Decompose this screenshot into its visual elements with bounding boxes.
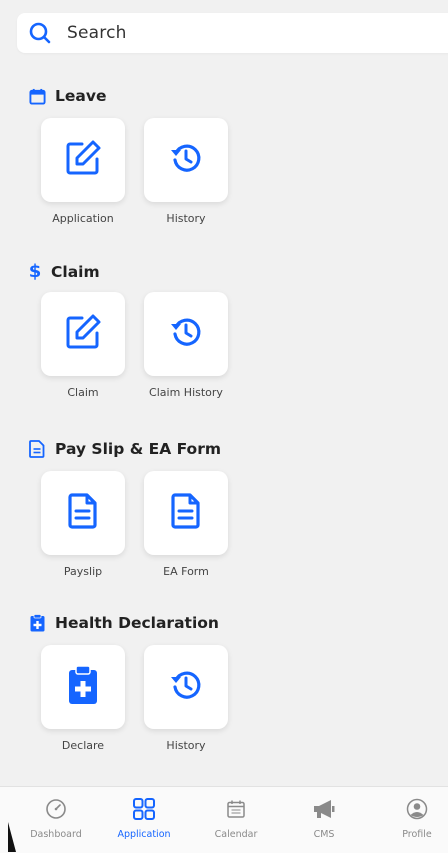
claim-button[interactable] <box>41 292 125 376</box>
gauge-icon <box>44 797 68 821</box>
health-history-item[interactable]: History <box>143 645 229 752</box>
payslip-item[interactable]: Payslip <box>40 471 126 578</box>
edit-icon <box>63 138 103 182</box>
tab-dashboard[interactable]: Dashboard <box>16 787 96 853</box>
tile-label: Payslip <box>63 565 103 578</box>
section-label: Claim <box>51 262 100 281</box>
leave-application-item[interactable]: Application <box>40 118 126 225</box>
tile-label: EA Form <box>163 565 209 578</box>
section-label: Leave <box>55 87 107 105</box>
tab-label: Dashboard <box>30 829 82 840</box>
tab-label: CMS <box>313 829 335 840</box>
tab-label: Application <box>117 829 171 840</box>
ea-form-button[interactable] <box>144 471 228 555</box>
section-label: Pay Slip & EA Form <box>55 440 222 458</box>
health-history-button[interactable] <box>144 645 228 729</box>
search-bar[interactable]: Search <box>17 13 448 53</box>
tile-label: History <box>166 212 206 225</box>
tab-label: Calendar <box>214 829 258 840</box>
document-icon <box>28 440 46 458</box>
tab-label: Profile <box>402 829 432 840</box>
search-input[interactable]: Search <box>67 23 127 43</box>
claim-history-item[interactable]: Claim History <box>143 292 229 399</box>
tile-label: History <box>166 739 206 752</box>
section-title-health: Health Declaration <box>28 614 219 632</box>
history-icon <box>169 141 203 179</box>
declare-item[interactable]: Declare <box>40 645 126 752</box>
calendar-icon <box>224 797 248 821</box>
calendar-icon <box>28 87 46 105</box>
tile-label: Application <box>52 212 114 225</box>
payslip-button[interactable] <box>41 471 125 555</box>
document-icon <box>171 493 201 533</box>
search-icon <box>27 20 53 46</box>
section-title-leave: Leave <box>28 87 106 105</box>
tab-calendar[interactable]: Calendar <box>196 787 276 853</box>
clipboard-medical-icon <box>28 614 46 632</box>
tile-label: Declare <box>61 739 105 752</box>
edit-icon <box>63 312 103 356</box>
section-title-payslip: Pay Slip & EA Form <box>28 440 221 458</box>
section-title-claim: $ Claim <box>28 261 100 282</box>
leave-history-button[interactable] <box>144 118 228 202</box>
megaphone-icon <box>312 797 336 821</box>
history-icon <box>169 668 203 706</box>
tile-label: Claim <box>67 386 99 399</box>
claim-item[interactable]: Claim <box>40 292 126 399</box>
tile-label: Claim History <box>149 386 223 399</box>
tab-profile[interactable]: Profile <box>377 787 448 853</box>
claim-history-button[interactable] <box>144 292 228 376</box>
leave-history-item[interactable]: History <box>143 118 229 225</box>
document-icon <box>68 493 98 533</box>
history-icon <box>169 315 203 353</box>
leave-application-button[interactable] <box>41 118 125 202</box>
user-circle-icon <box>405 797 429 821</box>
tab-cms[interactable]: CMS <box>284 787 364 853</box>
grid-icon <box>132 797 156 821</box>
corner-shape <box>8 822 16 852</box>
ea-form-item[interactable]: EA Form <box>143 471 229 578</box>
tab-application[interactable]: Application <box>104 787 184 853</box>
section-label: Health Declaration <box>55 614 219 632</box>
bottom-tab-bar: Dashboard Application Calendar CMS Profi… <box>0 786 448 853</box>
declare-button[interactable] <box>41 645 125 729</box>
dollar-icon: $ <box>28 261 42 282</box>
clipboard-medical-icon <box>68 665 98 709</box>
